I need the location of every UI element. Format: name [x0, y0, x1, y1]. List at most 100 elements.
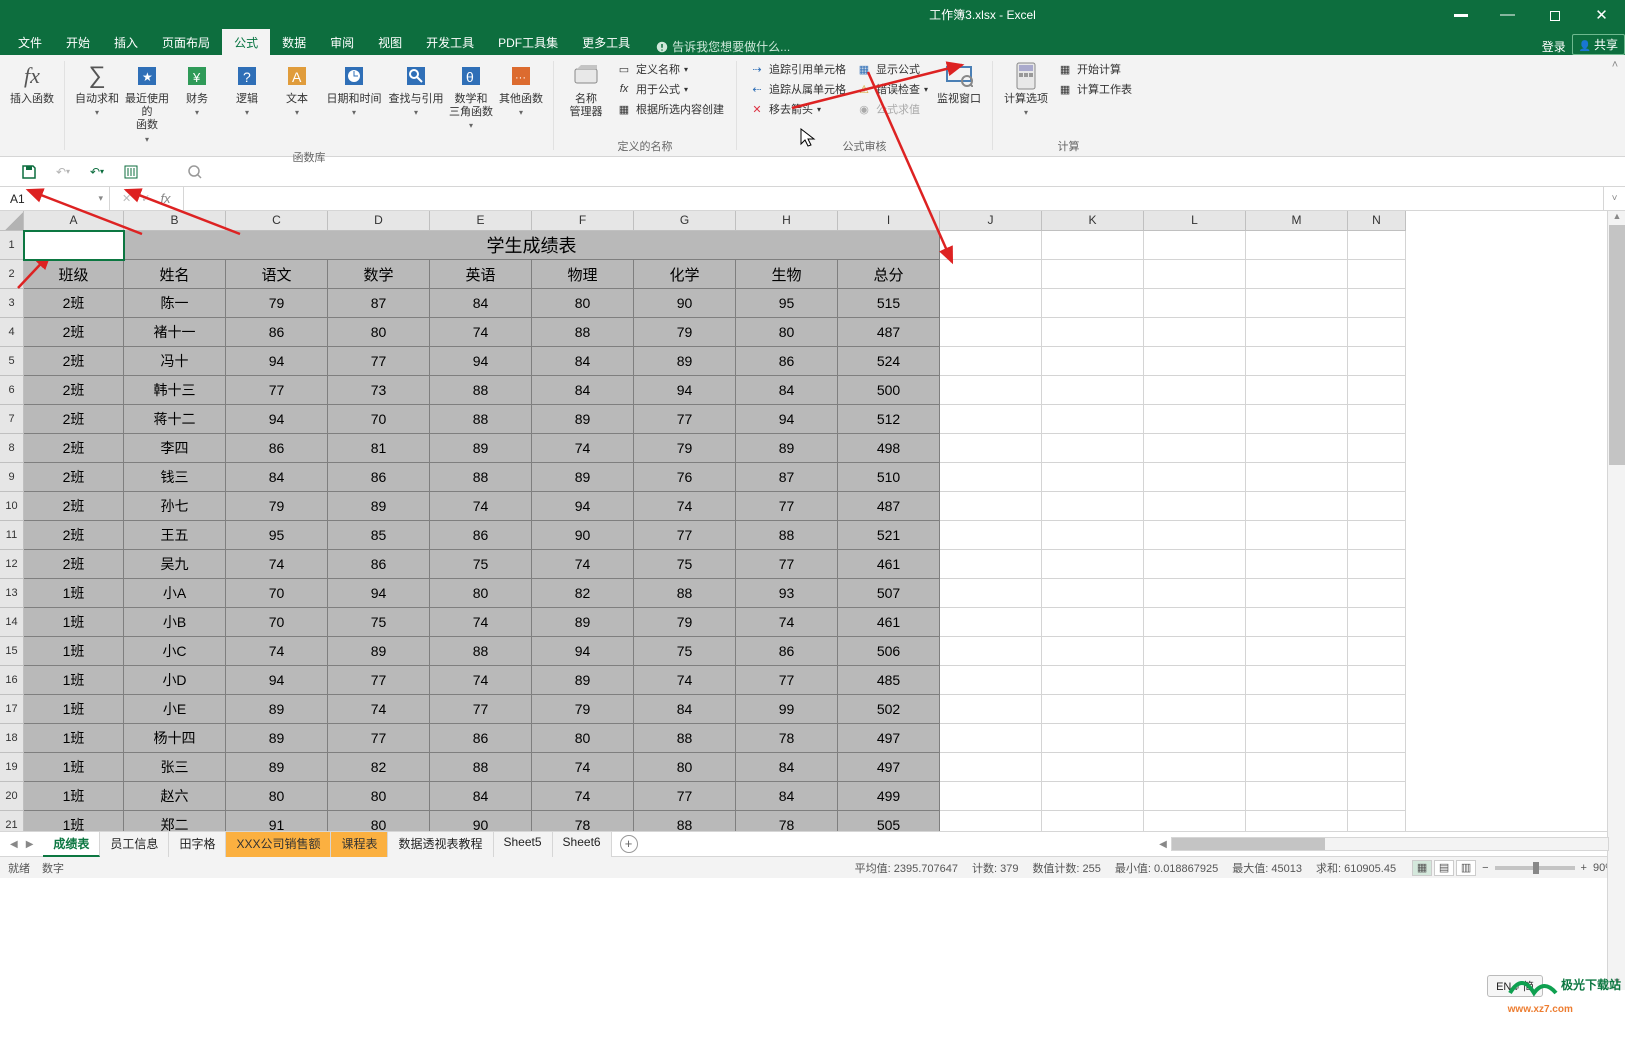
table-cell[interactable]: 1班 — [24, 579, 124, 608]
table-header[interactable]: 班级 — [24, 260, 124, 289]
table-cell[interactable]: 94 — [736, 405, 838, 434]
table-cell[interactable]: 小A — [124, 579, 226, 608]
more-functions-button[interactable]: ··· 其他函数▾ — [497, 59, 545, 119]
cell-blank[interactable] — [1042, 434, 1144, 463]
table-cell[interactable]: 77 — [634, 405, 736, 434]
table-cell[interactable]: 88 — [430, 463, 532, 492]
table-cell[interactable]: 79 — [634, 434, 736, 463]
formula-input[interactable] — [184, 187, 1603, 210]
table-cell[interactable]: 2班 — [24, 550, 124, 579]
sheet-tab-Sheet5[interactable]: Sheet5 — [494, 831, 553, 857]
column-header-L[interactable]: L — [1144, 211, 1246, 231]
cell-blank[interactable] — [940, 463, 1042, 492]
cell-blank[interactable] — [940, 318, 1042, 347]
cell-blank[interactable] — [1042, 811, 1144, 831]
table-cell[interactable]: 2班 — [24, 318, 124, 347]
cell-blank[interactable] — [1042, 492, 1144, 521]
ribbon-tab-视图[interactable]: 视图 — [366, 29, 414, 55]
table-cell[interactable]: 86 — [226, 318, 328, 347]
ribbon-tab-数据[interactable]: 数据 — [270, 29, 318, 55]
cell-blank[interactable] — [1246, 318, 1348, 347]
table-cell[interactable]: 88 — [430, 753, 532, 782]
table-cell[interactable]: 94 — [634, 376, 736, 405]
name-box[interactable]: A1▾ — [0, 187, 110, 210]
cell-blank[interactable] — [1144, 695, 1246, 724]
cell-blank[interactable] — [1246, 289, 1348, 318]
table-cell[interactable]: 1班 — [24, 695, 124, 724]
cell-blank[interactable] — [1042, 637, 1144, 666]
insert-function-button[interactable]: fx 插入函数 — [8, 59, 56, 108]
table-cell[interactable]: 77 — [226, 376, 328, 405]
define-name-button[interactable]: ▭定义名称 ▾ — [612, 59, 728, 79]
table-cell[interactable]: 507 — [838, 579, 940, 608]
table-cell[interactable]: 86 — [736, 347, 838, 376]
cell-blank[interactable] — [1348, 579, 1406, 608]
table-cell[interactable]: 2班 — [24, 376, 124, 405]
date-time-button[interactable]: 日期和时间▾ — [323, 59, 385, 119]
table-cell[interactable]: 74 — [736, 608, 838, 637]
table-cell[interactable]: 79 — [226, 289, 328, 318]
table-cell[interactable]: 70 — [226, 579, 328, 608]
table-cell[interactable]: 84 — [532, 347, 634, 376]
cell-blank[interactable] — [1348, 318, 1406, 347]
table-cell[interactable]: 74 — [226, 550, 328, 579]
cell-blank[interactable] — [1144, 231, 1246, 260]
table-cell[interactable]: 84 — [736, 376, 838, 405]
cell-blank[interactable] — [940, 782, 1042, 811]
cell-blank[interactable] — [940, 434, 1042, 463]
column-header-K[interactable]: K — [1042, 211, 1144, 231]
ribbon-tab-更多工具[interactable]: 更多工具 — [570, 29, 642, 55]
table-cell[interactable]: 487 — [838, 492, 940, 521]
table-cell[interactable]: 80 — [328, 318, 430, 347]
table-cell[interactable]: 74 — [532, 550, 634, 579]
recent-functions-button[interactable]: ★ 最近使用的 函数▾ — [123, 59, 171, 146]
table-cell[interactable]: 77 — [328, 666, 430, 695]
sheet-tab-XXX公司销售额[interactable]: XXX公司销售额 — [226, 831, 331, 857]
table-cell[interactable]: 89 — [226, 695, 328, 724]
cell-blank[interactable] — [1144, 434, 1246, 463]
row-header-8[interactable]: 8 — [0, 434, 24, 463]
row-header-15[interactable]: 15 — [0, 637, 24, 666]
evaluate-formula-button[interactable]: ◉公式求值 — [852, 99, 932, 119]
cell-blank[interactable] — [940, 666, 1042, 695]
ribbon-tab-开始[interactable]: 开始 — [54, 29, 102, 55]
table-cell[interactable]: 褚十一 — [124, 318, 226, 347]
table-cell[interactable]: 500 — [838, 376, 940, 405]
table-cell[interactable]: 小C — [124, 637, 226, 666]
table-cell[interactable]: 89 — [532, 666, 634, 695]
table-cell[interactable]: 74 — [226, 637, 328, 666]
cell-blank[interactable] — [1144, 608, 1246, 637]
normal-view-button[interactable]: ▦ — [1412, 860, 1432, 876]
table-cell[interactable]: 86 — [430, 724, 532, 753]
cell-blank[interactable] — [1144, 724, 1246, 753]
table-cell[interactable]: 79 — [226, 492, 328, 521]
cell-blank[interactable] — [1144, 579, 1246, 608]
cell-blank[interactable] — [1042, 753, 1144, 782]
table-cell[interactable]: 1班 — [24, 637, 124, 666]
table-cell[interactable]: 485 — [838, 666, 940, 695]
table-cell[interactable]: 499 — [838, 782, 940, 811]
cell-blank[interactable] — [1246, 579, 1348, 608]
insert-fx-button[interactable]: fx — [160, 191, 170, 206]
table-cell[interactable]: 张三 — [124, 753, 226, 782]
table-cell[interactable]: 77 — [634, 521, 736, 550]
table-cell[interactable]: 74 — [430, 666, 532, 695]
table-cell[interactable]: 1班 — [24, 724, 124, 753]
cell-blank[interactable] — [1144, 521, 1246, 550]
cell-blank[interactable] — [940, 405, 1042, 434]
logical-button[interactable]: ? 逻辑▾ — [223, 59, 271, 119]
table-cell[interactable]: 88 — [634, 724, 736, 753]
table-cell[interactable]: 84 — [532, 376, 634, 405]
table-cell[interactable]: 孙七 — [124, 492, 226, 521]
table-cell[interactable]: 1班 — [24, 753, 124, 782]
table-cell[interactable]: 80 — [328, 782, 430, 811]
table-cell[interactable]: 1班 — [24, 666, 124, 695]
cell-blank[interactable] — [1042, 463, 1144, 492]
cell-blank[interactable] — [1042, 521, 1144, 550]
cell-A1[interactable] — [24, 231, 124, 260]
cell-blank[interactable] — [1144, 666, 1246, 695]
table-title[interactable]: 学生成绩表 — [124, 231, 940, 260]
table-cell[interactable]: 90 — [532, 521, 634, 550]
table-cell[interactable]: 89 — [328, 637, 430, 666]
table-cell[interactable]: 521 — [838, 521, 940, 550]
